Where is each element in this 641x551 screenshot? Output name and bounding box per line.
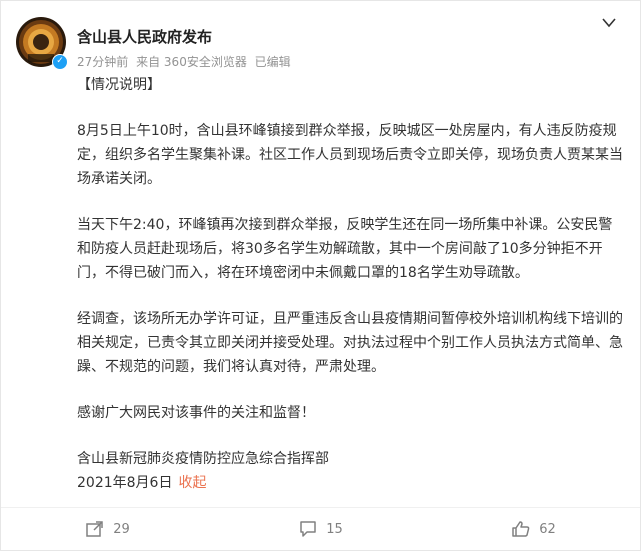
edited-label[interactable]: 已编辑 [255,55,291,69]
weibo-post-card: ✓ 含山县人民政府发布 27分钟前 来自 360安全浏览器 已编辑 【情况说明】… [0,0,641,551]
post-title: 【情况说明】 [77,77,161,93]
comment-icon [300,521,316,537]
like-count: 62 [539,521,556,537]
post-source: 来自 360安全浏览器 [136,55,247,69]
comment-button[interactable]: 15 [214,508,427,550]
paragraph-2: 当天下午2:40，环峰镇再次接到群众举报，反映学生还在同一场所集中补课。公安民警… [77,217,613,281]
comment-count: 15 [326,521,343,537]
sign-date: 2021年8月6日 [77,475,173,491]
repost-count: 29 [113,521,130,537]
collapse-link[interactable]: 收起 [178,475,206,491]
like-button[interactable]: 62 [427,508,640,550]
paragraph-3: 经调查，该场所无办学许可证，且严重违反含山县疫情期间暂停校外培训机构线下培训的相… [77,311,623,375]
sign-date-line: 2021年8月6日 收起 [77,471,625,495]
repost-button[interactable]: 29 [1,508,214,550]
post-time[interactable]: 27分钟前 [77,55,128,69]
username[interactable]: 含山县人民政府发布 [77,26,212,47]
post-meta: 27分钟前 来自 360安全浏览器 已编辑 [77,53,295,70]
thumbs-up-icon [512,521,530,537]
signature: 含山县新冠肺炎疫情防控应急综合指挥部 [77,451,329,467]
paragraph-1: 8月5日上午10时，含山县环峰镇接到群众举报，反映城区一处房屋内，有人违反防疫规… [77,123,623,187]
post-body: 【情况说明】 8月5日上午10时，含山县环峰镇接到群众举报，反映城区一处房屋内，… [77,73,625,495]
share-icon [86,521,103,537]
paragraph-4: 感谢广大网民对该事件的关注和监督！ [77,405,315,421]
chevron-down-icon[interactable] [601,15,617,29]
action-bar: 29 15 62 [1,508,640,550]
verified-badge-icon: ✓ [52,54,68,70]
